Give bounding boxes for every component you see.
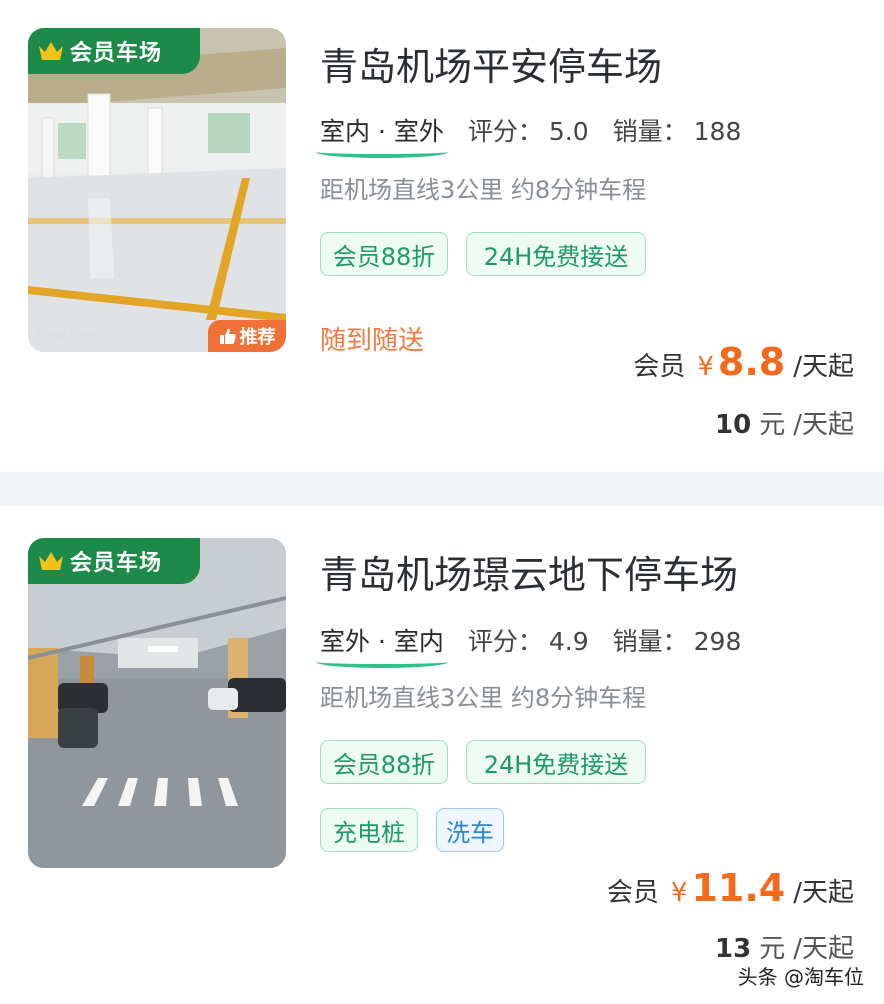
member-price-label: 会员 [633, 352, 686, 382]
distance-info: 距机场直线3公里 约8分钟车程 [320, 176, 647, 204]
crown-icon [39, 42, 63, 60]
tag-ev-charger: 充电桩 [320, 808, 418, 852]
base-price-row: 10 元 /天起 [715, 404, 854, 441]
crown-icon [39, 552, 63, 570]
parking-listing-card[interactable]: 会员车场 Energy Edition 5G 推荐 青岛机场平安停车场 室内 ·… [0, 0, 884, 472]
base-price-unit: 元 [759, 934, 786, 964]
currency-symbol: ¥ [697, 352, 714, 382]
lot-meta-row: 室外 · 室内 评分： 4.9 销量： 298 [316, 622, 765, 668]
parking-lot-photo[interactable]: 会员车场 Energy Edition 5G 推荐 [28, 28, 286, 352]
sales-label: 销量： [612, 117, 688, 146]
member-lot-badge: 会员车场 [28, 538, 200, 584]
rating-label: 评分： [467, 627, 543, 656]
parking-lot-name[interactable]: 青岛机场平安停车场 [320, 36, 662, 91]
tag-member-discount: 会员88折 [320, 740, 448, 784]
member-lot-badge-label: 会员车场 [70, 41, 163, 66]
lot-meta-row: 室内 · 室外 评分： 5.0 销量： 188 [316, 112, 765, 158]
thumbs-up-icon [219, 328, 236, 344]
price-unit: /天起 [793, 352, 854, 382]
base-price-row: 13 元 /天起 [715, 928, 854, 965]
lot-type: 室外 · 室内 [316, 622, 448, 668]
sales-label: 销量： [612, 627, 688, 656]
member-lot-badge-label: 会员车场 [70, 551, 163, 576]
member-price-row: 会员 ¥ 11.4 /天起 [607, 866, 854, 910]
base-price-suffix: /天起 [793, 410, 854, 440]
parking-listing-card[interactable]: 会员车场 青岛机场璟云地下停车场 室外 · 室内 评分： 4.9 销量： 298… [0, 506, 884, 1004]
member-price: 11.4 [691, 866, 786, 910]
sales-value: 188 [693, 117, 742, 146]
rating-value: 4.9 [548, 627, 589, 656]
member-price: 8.8 [717, 340, 786, 384]
price-unit: /天起 [793, 878, 854, 908]
rating-label: 评分： [467, 117, 543, 146]
lot-type: 室内 · 室外 [316, 112, 448, 158]
indoor-garage-image [28, 28, 286, 352]
underground-garage-image [28, 538, 286, 868]
base-price: 10 [715, 410, 752, 440]
parking-lot-name[interactable]: 青岛机场璟云地下停车场 [320, 544, 738, 599]
base-price-unit: 元 [759, 410, 786, 440]
recommend-badge: 推荐 [208, 320, 286, 352]
recommend-badge-label: 推荐 [239, 327, 276, 348]
base-price: 13 [715, 934, 752, 964]
tag-member-discount: 会员88折 [320, 232, 448, 276]
base-price-suffix: /天起 [793, 934, 854, 964]
tag-free-shuttle: 24H免费接送 [466, 232, 646, 276]
tag-free-shuttle: 24H免费接送 [466, 740, 646, 784]
currency-symbol: ¥ [670, 878, 688, 908]
member-price-row: 会员 ¥ 8.8 /天起 [633, 340, 854, 384]
parking-lot-photo[interactable]: 会员车场 [28, 538, 286, 868]
sales-value: 298 [693, 627, 742, 656]
member-lot-badge: 会员车场 [28, 28, 200, 74]
service-note: 随到随送 [320, 326, 425, 356]
distance-info: 距机场直线3公里 约8分钟车程 [320, 684, 647, 712]
photo-caption: Energy Edition 5G [36, 330, 118, 340]
source-watermark: 头条 @淘车位 [737, 965, 864, 989]
tag-car-wash: 洗车 [436, 808, 504, 852]
rating-value: 5.0 [548, 117, 589, 146]
member-price-label: 会员 [606, 878, 659, 908]
